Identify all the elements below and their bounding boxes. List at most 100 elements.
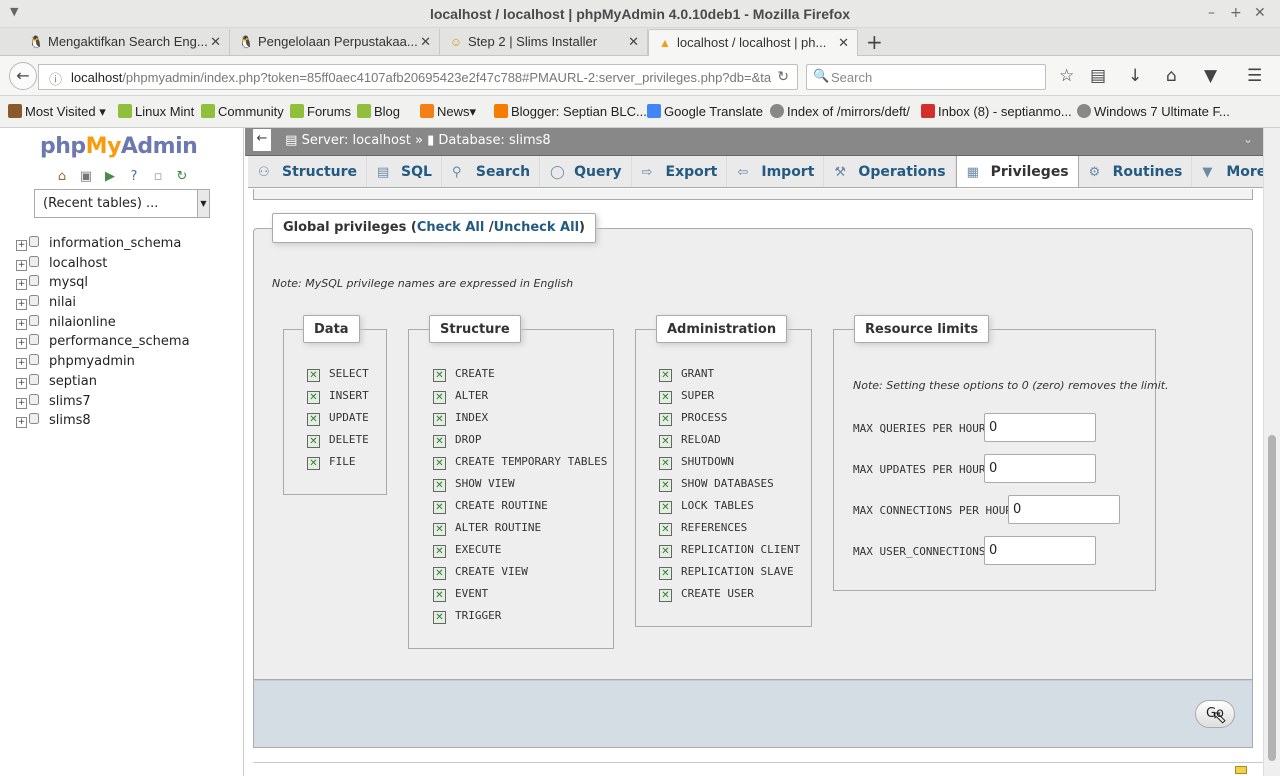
db-item[interactable]: + nilaionline bbox=[16, 314, 190, 335]
uncheck-all-link[interactable]: Uncheck All bbox=[494, 220, 579, 235]
privilege-item[interactable]: ✕ FILE bbox=[307, 455, 369, 477]
expand-icon[interactable]: + bbox=[16, 279, 27, 291]
docs-icon[interactable]: ▫ bbox=[150, 169, 166, 185]
privilege-item[interactable]: ✕ CREATE VIEW bbox=[433, 565, 607, 587]
expand-icon[interactable]: + bbox=[16, 299, 27, 311]
console-icon[interactable] bbox=[1235, 766, 1247, 774]
tab-close-icon[interactable]: ✕ bbox=[210, 34, 221, 50]
checkbox-checked-icon[interactable]: ✕ bbox=[307, 435, 320, 448]
expand-icon[interactable]: + bbox=[16, 318, 27, 330]
privilege-item[interactable]: ✕ CREATE bbox=[433, 367, 607, 389]
db-name[interactable]: slims7 bbox=[49, 394, 91, 409]
db-item[interactable]: + mysql bbox=[16, 275, 190, 295]
refresh-icon[interactable]: ↻ bbox=[174, 169, 190, 185]
privilege-item[interactable]: ✕ EXECUTE bbox=[433, 543, 607, 565]
browser-tab-3[interactable]: ☺ Step 2 | Slims Installer ✕ bbox=[440, 29, 648, 56]
info-icon[interactable]: ⓘ bbox=[49, 69, 62, 88]
bookmark-windows7[interactable]: Windows 7 Ultimate F... bbox=[1077, 104, 1230, 119]
expand-icon[interactable]: + bbox=[16, 240, 27, 251]
reading-list-icon[interactable]: ▤ bbox=[1090, 66, 1106, 86]
bookmark-linux-mint[interactable]: Linux Mint bbox=[118, 104, 194, 119]
checkbox-checked-icon[interactable]: ✕ bbox=[433, 457, 446, 470]
page-scrollbar[interactable] bbox=[1263, 128, 1280, 776]
breadcrumb-database[interactable]: Database: slims8 bbox=[438, 133, 550, 148]
tab-structure[interactable]: ⚇ Structure bbox=[248, 156, 368, 187]
minimize-icon[interactable]: – bbox=[1208, 5, 1215, 21]
new-tab-icon[interactable]: + bbox=[866, 30, 883, 54]
db-item[interactable]: + performance_schema bbox=[16, 334, 190, 354]
checkbox-checked-icon[interactable]: ✕ bbox=[659, 413, 672, 426]
max-queries-input[interactable]: 0 bbox=[984, 413, 1096, 442]
tab-export[interactable]: ⇨ Export bbox=[632, 156, 728, 187]
db-name[interactable]: performance_schema bbox=[49, 334, 190, 349]
collapse-nav-icon[interactable]: ← bbox=[253, 129, 271, 151]
bookmark-blog[interactable]: Blog bbox=[357, 104, 400, 119]
privilege-item[interactable]: ✕ REPLICATION CLIENT bbox=[659, 543, 800, 565]
privilege-item[interactable]: ✕ SHOW VIEW bbox=[433, 477, 607, 499]
db-item[interactable]: + slims8 bbox=[16, 413, 190, 433]
close-icon[interactable]: ✕ bbox=[1254, 5, 1266, 21]
privilege-item[interactable]: ✕ UPDATE bbox=[307, 411, 369, 433]
downloads-icon[interactable]: ↓ bbox=[1128, 66, 1142, 86]
bookmark-blogger[interactable]: Blogger: Septian BLC... bbox=[494, 104, 647, 119]
expand-icon[interactable]: + bbox=[16, 259, 27, 271]
db-name[interactable]: nilaionline bbox=[49, 315, 116, 330]
privilege-item[interactable]: ✕ RELOAD bbox=[659, 433, 800, 455]
privilege-item[interactable]: ✕ TRIGGER bbox=[433, 609, 607, 631]
home-icon[interactable]: ⌂ bbox=[1166, 66, 1177, 86]
privilege-item[interactable]: ✕ ALTER ROUTINE bbox=[433, 521, 607, 543]
bookmark-index-mirrors[interactable]: Index of /mirrors/deft/ bbox=[770, 104, 910, 119]
tab-close-icon[interactable]: ✕ bbox=[628, 34, 639, 50]
help-icon[interactable]: ? bbox=[126, 169, 142, 185]
checkbox-checked-icon[interactable]: ✕ bbox=[307, 391, 320, 404]
privilege-item[interactable]: ✕ ALTER bbox=[433, 389, 607, 411]
privilege-item[interactable]: ✕ REPLICATION SLAVE bbox=[659, 565, 800, 587]
checkbox-checked-icon[interactable]: ✕ bbox=[659, 457, 672, 470]
max-user-connections-input[interactable]: 0 bbox=[984, 536, 1096, 565]
checkbox-checked-icon[interactable]: ✕ bbox=[433, 413, 446, 426]
db-name[interactable]: septian bbox=[49, 374, 97, 389]
checkbox-checked-icon[interactable]: ✕ bbox=[659, 369, 672, 382]
tab-sql[interactable]: ▤ SQL bbox=[367, 156, 442, 187]
bookmark-news[interactable]: News▾ bbox=[420, 104, 476, 120]
query-window-icon[interactable]: ▶ bbox=[102, 169, 118, 185]
max-updates-input[interactable]: 0 bbox=[984, 454, 1096, 483]
tab-routines[interactable]: ⚙ Routines bbox=[1079, 156, 1193, 187]
db-name[interactable]: information_schema bbox=[49, 236, 181, 251]
checkbox-checked-icon[interactable]: ✕ bbox=[307, 457, 320, 470]
hamburger-menu-icon[interactable]: ☰ bbox=[1247, 66, 1262, 86]
db-name[interactable]: slims8 bbox=[49, 413, 91, 428]
logout-icon[interactable]: ▣ bbox=[78, 169, 94, 185]
check-all-link[interactable]: Check All bbox=[417, 220, 484, 235]
breadcrumb-server[interactable]: Server: localhost bbox=[302, 133, 411, 148]
tab-privileges[interactable]: ▦ Privileges bbox=[955, 156, 1079, 187]
pma-logo[interactable]: phpMyAdmin bbox=[40, 134, 198, 159]
privilege-item[interactable]: ✕ CREATE TEMPORARY TABLES bbox=[433, 455, 607, 477]
scrollbar-thumb[interactable] bbox=[1268, 435, 1276, 761]
tab-query[interactable]: ◯ Query bbox=[540, 156, 632, 187]
privilege-item[interactable]: ✕ LOCK TABLES bbox=[659, 499, 800, 521]
checkbox-checked-icon[interactable]: ✕ bbox=[659, 501, 672, 514]
tab-search[interactable]: ⚲ Search bbox=[442, 156, 541, 187]
privilege-item[interactable]: ✕ INSERT bbox=[307, 389, 369, 411]
checkbox-checked-icon[interactable]: ✕ bbox=[433, 479, 446, 492]
db-name[interactable]: nilai bbox=[49, 295, 76, 310]
bookmark-community[interactable]: Community bbox=[201, 104, 284, 119]
db-name[interactable]: mysql bbox=[49, 275, 88, 290]
bookmark-most-visited[interactable]: Most Visited ▾ bbox=[8, 104, 106, 120]
expand-icon[interactable]: + bbox=[16, 338, 27, 350]
privilege-item[interactable]: ✕ CREATE ROUTINE bbox=[433, 499, 607, 521]
checkbox-checked-icon[interactable]: ✕ bbox=[433, 435, 446, 448]
tab-close-icon[interactable]: ✕ bbox=[838, 35, 849, 51]
checkbox-checked-icon[interactable]: ✕ bbox=[659, 435, 672, 448]
maximize-icon[interactable]: + bbox=[1230, 5, 1242, 21]
checkbox-checked-icon[interactable]: ✕ bbox=[433, 611, 446, 624]
checkbox-checked-icon[interactable]: ✕ bbox=[433, 589, 446, 602]
db-item[interactable]: + phpmyadmin bbox=[16, 354, 190, 374]
privilege-item[interactable]: ✕ CREATE USER bbox=[659, 587, 800, 609]
expand-icon[interactable]: + bbox=[16, 358, 27, 370]
privilege-item[interactable]: ✕ SHOW DATABASES bbox=[659, 477, 800, 499]
max-connections-input[interactable]: 0 bbox=[1008, 495, 1120, 524]
tab-import[interactable]: ⇦ Import bbox=[727, 156, 825, 187]
checkbox-checked-icon[interactable]: ✕ bbox=[659, 479, 672, 492]
